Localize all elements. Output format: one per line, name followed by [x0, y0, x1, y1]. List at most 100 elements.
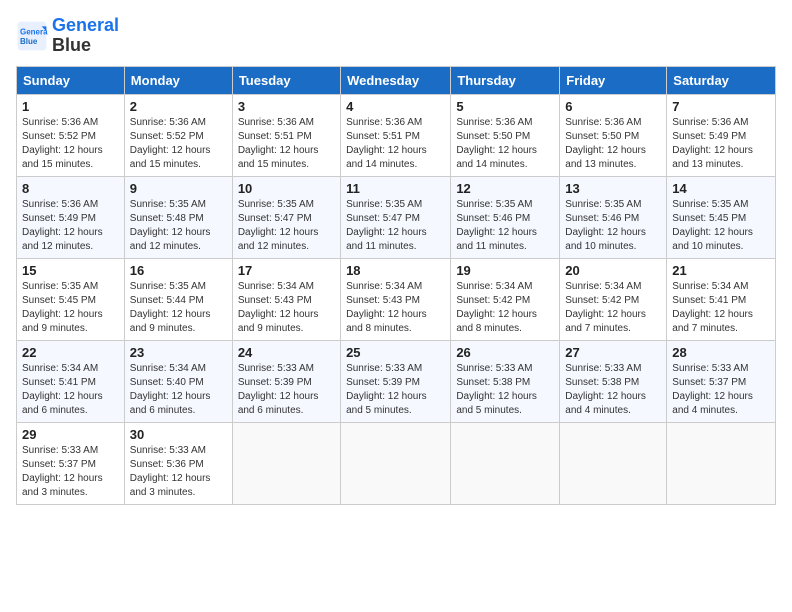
day-detail: Sunrise: 5:33 AM Sunset: 5:36 PM Dayligh…: [130, 444, 227, 500]
day-detail: Sunrise: 5:35 AM Sunset: 5:46 PM Dayligh…: [565, 198, 661, 254]
day-cell-13: 13 Sunrise: 5:35 AM Sunset: 5:46 PM Dayli…: [560, 176, 667, 258]
day-detail: Sunrise: 5:36 AM Sunset: 5:51 PM Dayligh…: [346, 116, 445, 172]
column-header-thursday: Thursday: [451, 66, 560, 94]
day-number: 23: [130, 345, 227, 360]
day-cell-27: 27 Sunrise: 5:33 AM Sunset: 5:38 PM Dayli…: [560, 340, 667, 422]
day-cell-6: 6 Sunrise: 5:36 AM Sunset: 5:50 PM Daylig…: [560, 94, 667, 176]
day-detail: Sunrise: 5:34 AM Sunset: 5:43 PM Dayligh…: [346, 280, 445, 336]
day-number: 9: [130, 181, 227, 196]
day-number: 20: [565, 263, 661, 278]
svg-text:General: General: [20, 27, 48, 36]
column-header-saturday: Saturday: [667, 66, 776, 94]
day-cell-8: 8 Sunrise: 5:36 AM Sunset: 5:49 PM Daylig…: [17, 176, 125, 258]
day-detail: Sunrise: 5:33 AM Sunset: 5:37 PM Dayligh…: [22, 444, 119, 500]
day-cell-3: 3 Sunrise: 5:36 AM Sunset: 5:51 PM Daylig…: [232, 94, 340, 176]
week-row-5: 29 Sunrise: 5:33 AM Sunset: 5:37 PM Dayli…: [17, 422, 776, 504]
day-number: 25: [346, 345, 445, 360]
day-number: 14: [672, 181, 770, 196]
day-detail: Sunrise: 5:33 AM Sunset: 5:39 PM Dayligh…: [346, 362, 445, 418]
day-number: 18: [346, 263, 445, 278]
empty-cell: [451, 422, 560, 504]
day-cell-20: 20 Sunrise: 5:34 AM Sunset: 5:42 PM Dayli…: [560, 258, 667, 340]
day-detail: Sunrise: 5:34 AM Sunset: 5:42 PM Dayligh…: [456, 280, 554, 336]
day-number: 24: [238, 345, 335, 360]
day-number: 2: [130, 99, 227, 114]
day-detail: Sunrise: 5:33 AM Sunset: 5:39 PM Dayligh…: [238, 362, 335, 418]
day-cell-28: 28 Sunrise: 5:33 AM Sunset: 5:37 PM Dayli…: [667, 340, 776, 422]
day-number: 8: [22, 181, 119, 196]
column-header-sunday: Sunday: [17, 66, 125, 94]
day-cell-22: 22Sunrise: 5:34 AM Sunset: 5:41 PM Dayli…: [17, 340, 125, 422]
empty-cell: [560, 422, 667, 504]
day-number: 21: [672, 263, 770, 278]
day-number: 1: [22, 99, 119, 114]
header-row: SundayMondayTuesdayWednesdayThursdayFrid…: [17, 66, 776, 94]
day-cell-18: 18 Sunrise: 5:34 AM Sunset: 5:43 PM Dayli…: [341, 258, 451, 340]
day-cell-11: 11 Sunrise: 5:35 AM Sunset: 5:47 PM Dayli…: [341, 176, 451, 258]
logo-icon: General Blue: [16, 20, 48, 52]
day-cell-21: 21Sunrise: 5:34 AM Sunset: 5:41 PM Dayli…: [667, 258, 776, 340]
day-detail: Sunrise: 5:33 AM Sunset: 5:37 PM Dayligh…: [672, 362, 770, 418]
day-cell-9: 9 Sunrise: 5:35 AM Sunset: 5:48 PM Daylig…: [124, 176, 232, 258]
week-row-4: 22Sunrise: 5:34 AM Sunset: 5:41 PM Dayli…: [17, 340, 776, 422]
day-cell-10: 10Sunrise: 5:35 AM Sunset: 5:47 PM Dayli…: [232, 176, 340, 258]
day-number: 10: [238, 181, 335, 196]
column-header-monday: Monday: [124, 66, 232, 94]
empty-cell: [232, 422, 340, 504]
day-detail: Sunrise: 5:36 AM Sunset: 5:51 PM Dayligh…: [238, 116, 335, 172]
day-detail: Sunrise: 5:35 AM Sunset: 5:47 PM Dayligh…: [346, 198, 445, 254]
day-number: 28: [672, 345, 770, 360]
day-cell-23: 23 Sunrise: 5:34 AM Sunset: 5:40 PM Dayli…: [124, 340, 232, 422]
day-detail: Sunrise: 5:35 AM Sunset: 5:46 PM Dayligh…: [456, 198, 554, 254]
day-cell-17: 17 Sunrise: 5:34 AM Sunset: 5:43 PM Dayli…: [232, 258, 340, 340]
day-cell-14: 14 Sunrise: 5:35 AM Sunset: 5:45 PM Dayli…: [667, 176, 776, 258]
day-detail: Sunrise: 5:36 AM Sunset: 5:49 PM Dayligh…: [22, 198, 119, 254]
day-cell-26: 26 Sunrise: 5:33 AM Sunset: 5:38 PM Dayli…: [451, 340, 560, 422]
day-detail: Sunrise: 5:36 AM Sunset: 5:52 PM Dayligh…: [22, 116, 119, 172]
day-cell-15: 15Sunrise: 5:35 AM Sunset: 5:45 PM Dayli…: [17, 258, 125, 340]
day-cell-24: 24 Sunrise: 5:33 AM Sunset: 5:39 PM Dayli…: [232, 340, 340, 422]
day-cell-29: 29 Sunrise: 5:33 AM Sunset: 5:37 PM Dayli…: [17, 422, 125, 504]
empty-cell: [667, 422, 776, 504]
day-detail: Sunrise: 5:33 AM Sunset: 5:38 PM Dayligh…: [565, 362, 661, 418]
logo-text: GeneralBlue: [52, 16, 119, 56]
day-number: 29: [22, 427, 119, 442]
day-detail: Sunrise: 5:36 AM Sunset: 5:50 PM Dayligh…: [456, 116, 554, 172]
day-number: 4: [346, 99, 445, 114]
day-detail: Sunrise: 5:34 AM Sunset: 5:41 PM Dayligh…: [22, 362, 119, 418]
day-detail: Sunrise: 5:36 AM Sunset: 5:50 PM Dayligh…: [565, 116, 661, 172]
day-number: 15: [22, 263, 119, 278]
day-detail: Sunrise: 5:35 AM Sunset: 5:48 PM Dayligh…: [130, 198, 227, 254]
day-detail: Sunrise: 5:36 AM Sunset: 5:52 PM Dayligh…: [130, 116, 227, 172]
day-cell-30: 30Sunrise: 5:33 AM Sunset: 5:36 PM Dayli…: [124, 422, 232, 504]
week-row-1: 1 Sunrise: 5:36 AM Sunset: 5:52 PM Daylig…: [17, 94, 776, 176]
day-cell-12: 12Sunrise: 5:35 AM Sunset: 5:46 PM Dayli…: [451, 176, 560, 258]
column-header-wednesday: Wednesday: [341, 66, 451, 94]
day-number: 11: [346, 181, 445, 196]
column-header-friday: Friday: [560, 66, 667, 94]
day-number: 13: [565, 181, 661, 196]
day-number: 19: [456, 263, 554, 278]
column-header-tuesday: Tuesday: [232, 66, 340, 94]
day-detail: Sunrise: 5:35 AM Sunset: 5:45 PM Dayligh…: [672, 198, 770, 254]
day-cell-1: 1 Sunrise: 5:36 AM Sunset: 5:52 PM Daylig…: [17, 94, 125, 176]
day-number: 26: [456, 345, 554, 360]
day-cell-25: 25 Sunrise: 5:33 AM Sunset: 5:39 PM Dayli…: [341, 340, 451, 422]
day-detail: Sunrise: 5:36 AM Sunset: 5:49 PM Dayligh…: [672, 116, 770, 172]
empty-cell: [341, 422, 451, 504]
day-detail: Sunrise: 5:34 AM Sunset: 5:42 PM Dayligh…: [565, 280, 661, 336]
day-cell-4: 4 Sunrise: 5:36 AM Sunset: 5:51 PM Daylig…: [341, 94, 451, 176]
day-detail: Sunrise: 5:33 AM Sunset: 5:38 PM Dayligh…: [456, 362, 554, 418]
day-cell-7: 7Sunrise: 5:36 AM Sunset: 5:49 PM Daylig…: [667, 94, 776, 176]
day-number: 17: [238, 263, 335, 278]
day-number: 27: [565, 345, 661, 360]
day-detail: Sunrise: 5:34 AM Sunset: 5:43 PM Dayligh…: [238, 280, 335, 336]
day-number: 3: [238, 99, 335, 114]
day-detail: Sunrise: 5:35 AM Sunset: 5:44 PM Dayligh…: [130, 280, 227, 336]
day-number: 5: [456, 99, 554, 114]
page-header: General Blue GeneralBlue: [16, 16, 776, 56]
day-cell-5: 5 Sunrise: 5:36 AM Sunset: 5:50 PM Daylig…: [451, 94, 560, 176]
day-number: 6: [565, 99, 661, 114]
day-detail: Sunrise: 5:34 AM Sunset: 5:40 PM Dayligh…: [130, 362, 227, 418]
day-cell-16: 16Sunrise: 5:35 AM Sunset: 5:44 PM Dayli…: [124, 258, 232, 340]
